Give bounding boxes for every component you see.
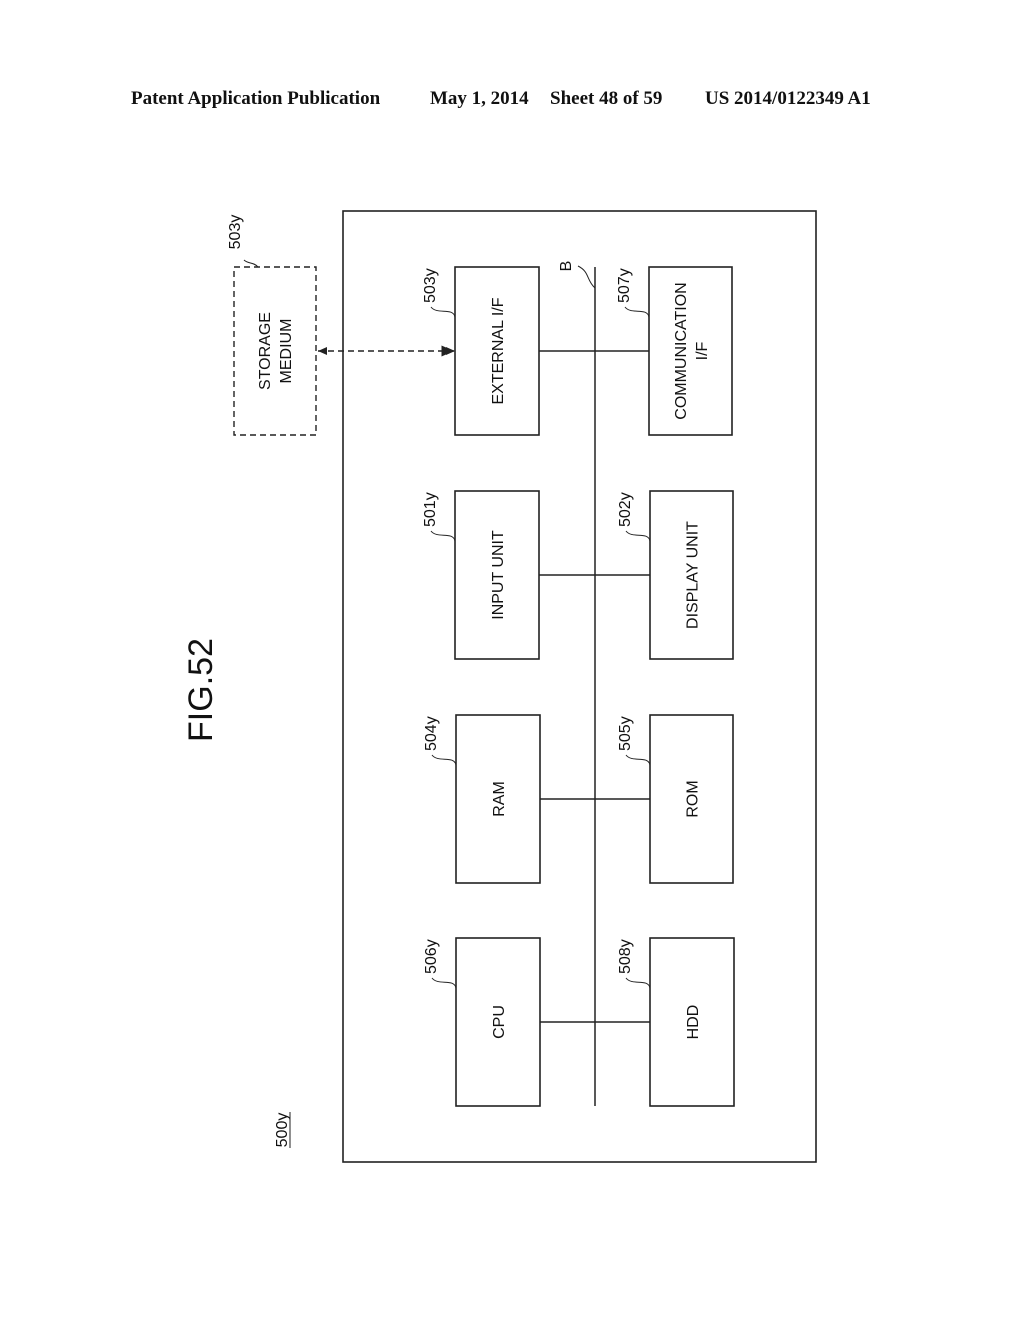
communication-if-box [648, 266, 733, 436]
communication-if-label: I/F [694, 341, 711, 360]
arrowhead-left [318, 347, 327, 355]
ram-ref: 504y [423, 716, 440, 751]
communication-if-label: COMMUNICATION [673, 282, 690, 419]
storage-medium: STORAGE MEDIUM 503y [227, 215, 317, 436]
storage-medium-label-2: MEDIUM [278, 319, 295, 384]
input-unit-label: INPUT UNIT [490, 530, 507, 620]
storage-medium-box [233, 266, 317, 436]
ram-label: RAM [491, 781, 508, 817]
storage-medium-leader [243, 259, 259, 268]
system-ref-label: 500y [274, 1113, 291, 1148]
rom-ref: 505y [617, 716, 634, 751]
display-unit-label: DISPLAY UNIT [685, 521, 702, 629]
external-if-ref: 503y [422, 268, 439, 303]
block-diagram: FIG.52 500y B STORAGE MEDIUM 503y EXTERN… [182, 210, 817, 1163]
figure-title: FIG.52 [182, 638, 220, 742]
hdd-label: HDD [685, 1005, 702, 1040]
communication-if-ref: 507y [616, 268, 633, 303]
system-frame [342, 210, 817, 1163]
bus-ref-label: B [558, 261, 575, 272]
cpu-label: CPU [491, 1005, 508, 1039]
display-unit-ref: 502y [617, 492, 634, 527]
storage-medium-label-1: STORAGE [257, 312, 274, 390]
external-if-label: EXTERNAL I/F [490, 297, 507, 404]
storage-medium-ref: 503y [227, 215, 244, 250]
rom-label: ROM [685, 780, 702, 817]
cpu-ref: 506y [423, 939, 440, 974]
hdd-ref: 508y [617, 939, 634, 974]
system-ref: 500y [274, 1112, 291, 1148]
input-unit-ref: 501y [422, 492, 439, 527]
